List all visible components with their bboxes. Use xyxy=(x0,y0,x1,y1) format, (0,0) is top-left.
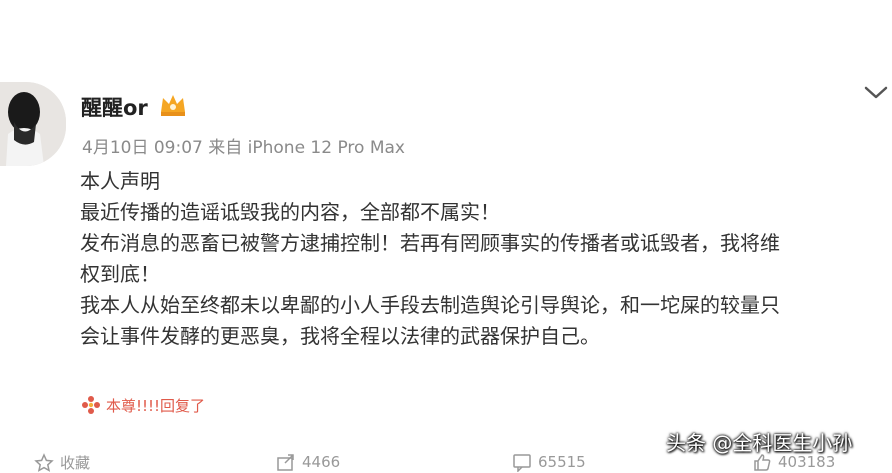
post-meta: 4月10日 09:07 来自 iPhone 12 Pro Max xyxy=(82,138,405,158)
flower-icon xyxy=(82,396,100,414)
post-body-line: 权到底！ xyxy=(80,262,160,286)
share-button[interactable]: 4466 xyxy=(276,452,340,472)
post-body-line: 我本人从始至终都未以卑鄙的小人手段去制造舆论引导舆论，和一坨屎的较量只 xyxy=(80,293,780,317)
share-icon xyxy=(277,454,294,471)
favorite-label: 收藏 xyxy=(60,454,91,472)
avatar-image xyxy=(0,82,66,166)
post-body-line: 发布消息的恶畜已被警方逮捕控制！若再有罔顾事实的传播者或诋毁者，我将维 xyxy=(80,231,780,255)
watermark: 头条 @全科医生小孙 xyxy=(666,431,853,455)
comment-button[interactable]: 65515 xyxy=(512,452,586,473)
comment-count: 65515 xyxy=(538,453,586,471)
username[interactable]: 醒醒or xyxy=(81,92,148,122)
author-reply-link[interactable]: 本尊!!!!回复了 xyxy=(80,394,205,420)
comment-icon xyxy=(513,454,531,473)
post-body-line: 会让事件发酵的更恶臭，我将全程以法律的武器保护自己。 xyxy=(80,324,600,348)
vip-crown-badge-icon[interactable] xyxy=(158,92,188,118)
star-icon xyxy=(34,452,54,472)
chevron-down-icon[interactable] xyxy=(862,80,890,104)
post-body-line: 本人声明 xyxy=(80,169,160,193)
reply-text: 本尊!!!!回复了 xyxy=(106,396,206,415)
post-body: 本人声明 最近传播的造谣诋毁我的内容，全部都不属实！ 发布消息的恶畜已被警方逮捕… xyxy=(80,166,880,352)
post-body-line: 最近传播的造谣诋毁我的内容，全部都不属实！ xyxy=(80,200,500,224)
favorite-button[interactable]: 收藏 xyxy=(34,452,90,472)
share-count: 4466 xyxy=(302,453,341,471)
weibo-post: 醒醒or 4月10日 09:07 来自 iPhone 12 Pro Max 本人… xyxy=(0,0,892,473)
avatar[interactable] xyxy=(0,82,66,166)
